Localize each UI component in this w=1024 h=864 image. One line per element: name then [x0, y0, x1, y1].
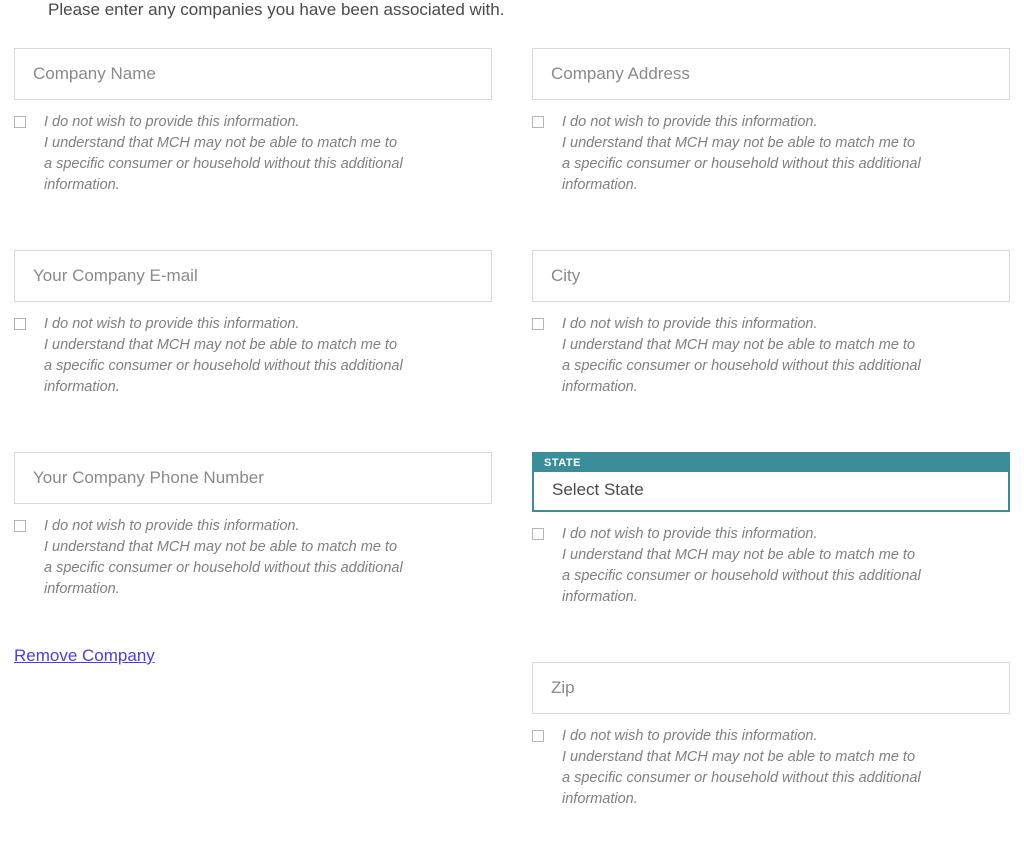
- disclaimer-line2: I understand that MCH may not be able to…: [44, 135, 403, 193]
- company-name-optout-checkbox[interactable]: [14, 116, 26, 128]
- zip-optout-checkbox[interactable]: [532, 730, 544, 742]
- city-optout-row: I do not wish to provide this informatio…: [532, 314, 1010, 398]
- company-name-disclaimer: I do not wish to provide this informatio…: [44, 112, 404, 196]
- state-group: STATE Select State I do not wish to prov…: [532, 452, 1010, 608]
- company-address-disclaimer: I do not wish to provide this informatio…: [562, 112, 922, 196]
- zip-input[interactable]: [532, 662, 1010, 714]
- company-name-group: I do not wish to provide this informatio…: [14, 48, 492, 196]
- company-email-optout-checkbox[interactable]: [14, 318, 26, 330]
- company-email-group: I do not wish to provide this informatio…: [14, 250, 492, 398]
- company-address-group: I do not wish to provide this informatio…: [532, 48, 1010, 196]
- disclaimer-line1: I do not wish to provide this informatio…: [562, 316, 818, 332]
- company-phone-disclaimer: I do not wish to provide this informatio…: [44, 516, 404, 600]
- disclaimer-line2: I understand that MCH may not be able to…: [44, 337, 403, 395]
- state-optout-checkbox[interactable]: [532, 528, 544, 540]
- zip-disclaimer: I do not wish to provide this informatio…: [562, 726, 922, 810]
- state-value: Select State: [534, 472, 1008, 510]
- state-select[interactable]: STATE Select State: [532, 452, 1010, 512]
- form-columns: I do not wish to provide this informatio…: [14, 48, 1010, 864]
- company-phone-optout-checkbox[interactable]: [14, 520, 26, 532]
- company-address-input[interactable]: [532, 48, 1010, 100]
- company-address-optout-checkbox[interactable]: [532, 116, 544, 128]
- disclaimer-line1: I do not wish to provide this informatio…: [562, 728, 818, 744]
- disclaimer-line2: I understand that MCH may not be able to…: [44, 539, 403, 597]
- state-optout-row: I do not wish to provide this informatio…: [532, 524, 1010, 608]
- disclaimer-line2: I understand that MCH may not be able to…: [562, 547, 921, 605]
- company-address-optout-row: I do not wish to provide this informatio…: [532, 112, 1010, 196]
- city-disclaimer: I do not wish to provide this informatio…: [562, 314, 922, 398]
- zip-optout-row: I do not wish to provide this informatio…: [532, 726, 1010, 810]
- left-column: I do not wish to provide this informatio…: [14, 48, 492, 864]
- company-name-optout-row: I do not wish to provide this informatio…: [14, 112, 492, 196]
- company-phone-group: I do not wish to provide this informatio…: [14, 452, 492, 600]
- disclaimer-line2: I understand that MCH may not be able to…: [562, 337, 921, 395]
- disclaimer-line1: I do not wish to provide this informatio…: [562, 526, 818, 542]
- city-group: I do not wish to provide this informatio…: [532, 250, 1010, 398]
- state-label: STATE: [534, 454, 1008, 472]
- disclaimer-line1: I do not wish to provide this informatio…: [44, 518, 300, 534]
- state-disclaimer: I do not wish to provide this informatio…: [562, 524, 922, 608]
- company-email-input[interactable]: [14, 250, 492, 302]
- intro-text: Please enter any companies you have been…: [48, 0, 1010, 20]
- remove-company-link[interactable]: Remove Company: [14, 646, 492, 666]
- disclaimer-line1: I do not wish to provide this informatio…: [562, 114, 818, 130]
- company-email-optout-row: I do not wish to provide this informatio…: [14, 314, 492, 398]
- company-phone-input[interactable]: [14, 452, 492, 504]
- city-input[interactable]: [532, 250, 1010, 302]
- right-column: I do not wish to provide this informatio…: [532, 48, 1010, 864]
- company-phone-optout-row: I do not wish to provide this informatio…: [14, 516, 492, 600]
- company-email-disclaimer: I do not wish to provide this informatio…: [44, 314, 404, 398]
- company-name-input[interactable]: [14, 48, 492, 100]
- disclaimer-line2: I understand that MCH may not be able to…: [562, 749, 921, 807]
- city-optout-checkbox[interactable]: [532, 318, 544, 330]
- zip-group: I do not wish to provide this informatio…: [532, 662, 1010, 810]
- disclaimer-line1: I do not wish to provide this informatio…: [44, 114, 300, 130]
- disclaimer-line1: I do not wish to provide this informatio…: [44, 316, 300, 332]
- disclaimer-line2: I understand that MCH may not be able to…: [562, 135, 921, 193]
